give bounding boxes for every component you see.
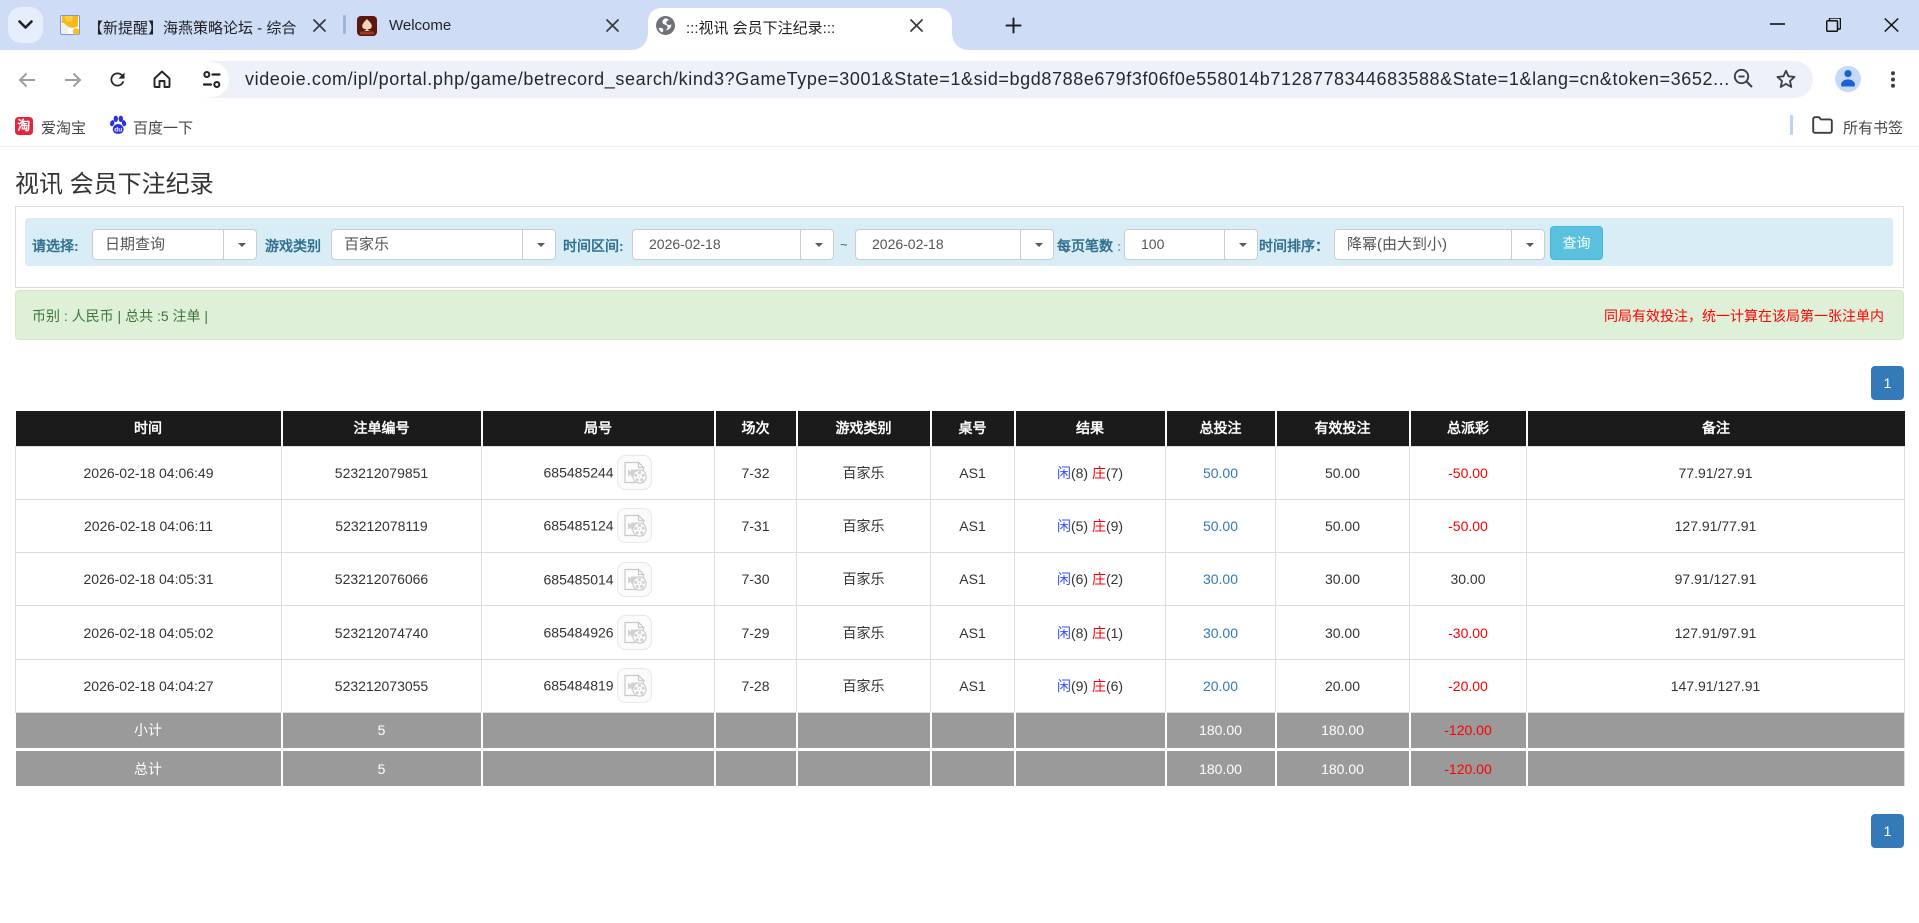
svg-text:du: du (114, 126, 122, 133)
